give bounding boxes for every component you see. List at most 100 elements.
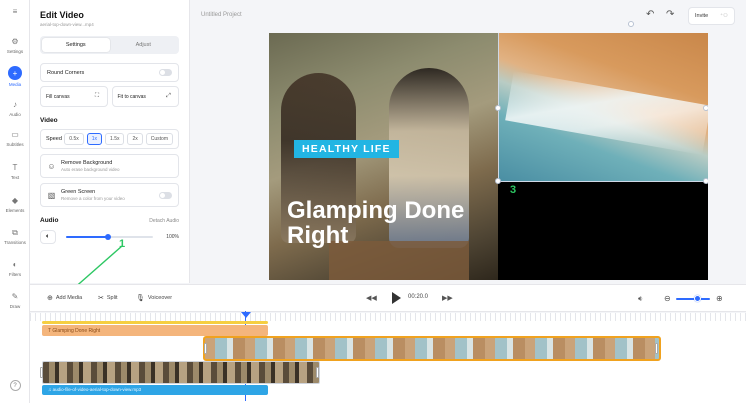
glamping-video-clip[interactable] xyxy=(42,361,320,384)
clip-trim-handle[interactable] xyxy=(316,367,319,378)
speed-1x[interactable]: 1x xyxy=(86,133,103,145)
voiceover-button[interactable]: 🎙︎ Voiceover xyxy=(136,294,172,302)
empty-grid-cell[interactable] xyxy=(498,182,708,280)
hamburger-icon: ≡ xyxy=(12,7,18,16)
timeline-toolbar: ⊕ Add Media ✂ Split 🎙︎ Voiceover ◀◀ 00:2… xyxy=(30,284,746,312)
wave-foam xyxy=(505,71,708,155)
remove-bg-title: Remove Background xyxy=(61,160,113,166)
audio-clip[interactable]: ♫ audio-file-of-video-aerial-top-down-vi… xyxy=(42,385,268,395)
rail-item-filters[interactable]: ◐ Filters xyxy=(0,259,30,277)
rotate-handle[interactable] xyxy=(628,21,634,27)
rail-item-transitions[interactable]: ⧉ Transitions xyxy=(0,227,30,246)
skip-back-icon[interactable]: ◀◀ xyxy=(366,294,377,302)
green-screen-toggle[interactable] xyxy=(159,191,172,199)
rail-item-text[interactable]: T Text xyxy=(0,162,30,180)
microphone-icon: 🎙︎ xyxy=(136,295,145,302)
aerial-beach-video[interactable] xyxy=(498,33,708,181)
green-screen-title: Green Screen xyxy=(61,189,96,195)
playhead-marker[interactable] xyxy=(241,312,251,318)
round-corners-toggle[interactable] xyxy=(159,69,172,76)
text-icon: T xyxy=(12,163,18,172)
remove-bg-subtitle: Auto erase background video xyxy=(61,167,120,172)
invite-button[interactable]: Invite ⁺⚇ xyxy=(688,7,735,25)
rail-item-label: Settings xyxy=(6,49,24,54)
headline-text[interactable]: Glamping Done Right xyxy=(287,198,502,248)
resize-handle[interactable] xyxy=(703,178,708,184)
rail-item-label: Elements xyxy=(5,208,25,213)
zoom-knob[interactable] xyxy=(694,295,701,302)
detach-audio-button[interactable]: Detach Audio xyxy=(149,218,179,224)
fit-to-canvas-button[interactable]: Fit to canvas ⤢ xyxy=(111,86,179,107)
menu-button[interactable]: ≡ xyxy=(0,6,30,17)
text-clip[interactable]: T Glamping Done Right xyxy=(42,325,268,336)
rail-item-subtitles[interactable]: ▭ Subtitles xyxy=(0,129,30,147)
fill-canvas-label: Fill canvas xyxy=(46,93,70,100)
canvas-fit-row: Fill canvas ⛶ Fit to canvas ⤢ xyxy=(40,86,179,107)
timeline[interactable]: T Glamping Done Right ♫ audio-file-of-vi… xyxy=(30,311,746,403)
volume-icon[interactable]: 🔉︎ xyxy=(638,294,643,304)
zoom-slider[interactable] xyxy=(676,298,710,300)
split-label: Split xyxy=(106,295,118,301)
split-button[interactable]: ✂ Split xyxy=(98,294,118,302)
left-rail: ≡ ⚙ Settings + Media ♪ Audio ▭ Subtitles T Text ◆ E… xyxy=(0,0,30,403)
rail-item-audio[interactable]: ♪ Audio xyxy=(0,99,30,117)
rail-item-label: Media xyxy=(8,82,22,87)
project-title[interactable]: Untitled Project xyxy=(201,12,242,18)
help-button[interactable]: ? xyxy=(0,380,30,391)
speed-1-5x[interactable]: 1.5x xyxy=(105,133,125,145)
zoom-in-icon[interactable]: ⊕ xyxy=(716,294,723,303)
clip-trim-handle[interactable] xyxy=(204,343,207,354)
speed-0-5x[interactable]: 0.5x xyxy=(64,133,84,145)
draw-icon: ✎ xyxy=(11,292,19,301)
time-ruler[interactable] xyxy=(30,313,746,321)
subtitles-icon: ▭ xyxy=(11,130,19,139)
resize-handle[interactable] xyxy=(495,105,501,111)
transitions-icon: ⧉ xyxy=(12,227,18,237)
healthy-life-tag[interactable]: HEALTHY LIFE xyxy=(294,140,399,158)
rail-item-label: Subtitles xyxy=(6,142,24,147)
rail-item-elements[interactable]: ◆ Elements xyxy=(0,195,30,213)
tab-adjust[interactable]: Adjust xyxy=(110,38,178,52)
overlay-track[interactable] xyxy=(42,321,268,324)
round-corners-row: Round Corners xyxy=(40,63,179,82)
person-icon: ☺ xyxy=(47,161,56,171)
clip-trim-handle[interactable] xyxy=(40,367,43,378)
rail-item-settings[interactable]: ⚙ Settings xyxy=(0,36,30,54)
volume-knob[interactable] xyxy=(105,234,111,240)
round-corners-label: Round Corners xyxy=(47,69,85,76)
beach-video-clip[interactable] xyxy=(203,336,661,361)
zoom-out-icon[interactable]: ⊖ xyxy=(664,294,671,303)
rail-item-label: Audio xyxy=(9,112,21,117)
clip-trim-handle[interactable] xyxy=(655,343,658,354)
skip-forward-icon[interactable]: ▶▶ xyxy=(442,294,453,302)
speed-2x[interactable]: 2x xyxy=(127,133,143,145)
remove-background-option[interactable]: ☺ Remove Background Auto erase backgroun… xyxy=(40,154,179,178)
speaker-icon[interactable]: 🔈︎ xyxy=(40,230,56,244)
edit-video-panel: Edit Video aerial-top-down-view...mp4 Se… xyxy=(30,0,190,283)
annotation-number-3: 3 xyxy=(510,184,517,196)
panel-title: Edit Video xyxy=(40,10,84,20)
scissors-icon: ✂ xyxy=(98,295,104,302)
resize-handle[interactable] xyxy=(495,178,501,184)
tab-settings[interactable]: Settings xyxy=(42,38,110,52)
rail-item-label: Text xyxy=(10,175,20,180)
selection-border xyxy=(498,181,708,182)
rail-item-label: Draw xyxy=(9,304,21,309)
rail-item-media[interactable]: + Media xyxy=(0,66,30,87)
fit-canvas-label: Fit to canvas xyxy=(117,93,146,100)
add-media-button[interactable]: ⊕ Add Media xyxy=(47,294,82,302)
volume-fill xyxy=(66,236,108,238)
gear-icon: ⚙ xyxy=(11,37,19,46)
resize-handle[interactable] xyxy=(703,105,708,111)
plus-icon: + xyxy=(8,66,22,80)
fill-canvas-button[interactable]: Fill canvas ⛶ xyxy=(40,86,108,107)
rail-item-draw[interactable]: ✎ Draw xyxy=(0,291,30,309)
audio-section-title: Audio xyxy=(40,217,59,224)
video-canvas[interactable]: HEALTHY LIFE Glamping Done Right 3 xyxy=(269,33,708,280)
play-icon[interactable] xyxy=(392,292,401,304)
speed-custom[interactable]: Custom xyxy=(145,133,173,145)
undo-icon[interactable]: ↶ xyxy=(646,9,654,20)
add-person-icon: ⁺⚇ xyxy=(720,13,728,19)
redo-icon[interactable]: ↷ xyxy=(666,9,674,20)
filters-icon: ◐ xyxy=(12,260,18,269)
